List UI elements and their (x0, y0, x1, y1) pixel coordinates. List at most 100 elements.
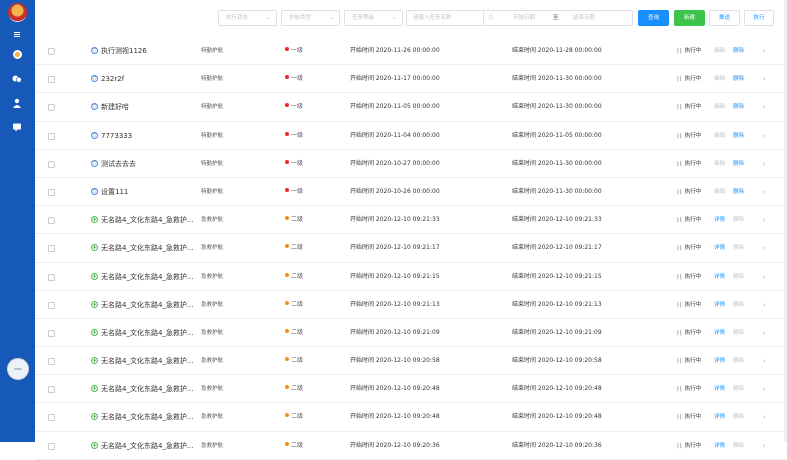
row-checkbox[interactable] (48, 76, 55, 84)
user-icon[interactable] (12, 98, 22, 108)
edit-link[interactable]: 编辑 (714, 65, 725, 93)
delete-link[interactable]: 删除 (733, 319, 744, 347)
delete-link[interactable]: 删除 (733, 122, 744, 150)
edit-link[interactable]: 编辑 (714, 37, 725, 65)
delete-link[interactable]: 删除 (733, 403, 744, 431)
delete-link[interactable]: 删除 (733, 150, 744, 178)
row-checkbox[interactable] (48, 245, 55, 253)
detail-link[interactable]: 详情 (714, 291, 725, 319)
delete-link[interactable]: 删除 (733, 93, 744, 121)
detail-link[interactable]: 详情 (714, 375, 725, 403)
task-name[interactable]: 无名路4_文化东路4_急救护... (101, 263, 194, 291)
table-row[interactable]: ✚ 无名路4_文化东路4_急救护... 急救护航 二级 开始时间 2020-12-10 … (35, 206, 787, 235)
task-name-input[interactable]: 请输入任务名称 (406, 10, 484, 26)
detail-link[interactable]: 详情 (714, 263, 725, 291)
table-row[interactable]: ✚ 无名路4_文化东路4_急救护... 急救护航 二级 开始时间 2020-12-10 … (35, 263, 787, 291)
row-checkbox[interactable] (48, 160, 55, 168)
status-select[interactable]: 执行状态 ⌄ (218, 10, 277, 26)
table-row[interactable]: ✚ 无名路4_文化东路4_急救护... 急救护航 二级 开始时间 2020-12-10 … (35, 375, 787, 404)
level-select[interactable]: 任务等级 ⌄ (344, 10, 403, 26)
edit-link[interactable]: 编辑 (714, 93, 725, 121)
table-row[interactable]: ✚ 无名路4_文化东路4_急救护... 急救护航 二级 开始时间 2020-12-10 … (35, 319, 787, 348)
delete-link[interactable]: 删除 (733, 375, 744, 403)
task-name[interactable]: 无名路4_文化东路4_急救护... (101, 319, 194, 347)
message-icon[interactable] (12, 122, 22, 132)
table-row[interactable]: ⛉ 测试去去去 特勤护航 一级 开始时间 2020-10-27 00:00:00 结束时间… (35, 150, 787, 178)
new-button[interactable]: 新建 (674, 10, 705, 26)
task-name[interactable]: 测试去去去 (101, 150, 136, 178)
guard-type-select[interactable]: 护航类型 ⌄ (281, 10, 340, 26)
row-checkbox[interactable] (48, 442, 55, 450)
task-name[interactable]: 新建好哈 (101, 93, 129, 121)
task-name[interactable]: 无名路4_文化东路4_急救护... (101, 432, 194, 460)
row-checkbox[interactable] (48, 386, 55, 394)
table-row[interactable]: ⛉ 新建好哈 特勤护航 一级 开始时间 2020-11-05 00:00:00 结束时间 … (35, 93, 787, 122)
task-name[interactable]: 无名路4_文化东路4_急救护... (101, 403, 194, 431)
row-checkbox[interactable] (48, 104, 55, 112)
table-row[interactable]: ✚ 无名路4_文化东路4_急救护... 急救护航 二级 开始时间 2020-12-10 … (35, 291, 787, 319)
detail-link[interactable]: 详情 (714, 319, 725, 347)
detail-link[interactable]: 详情 (714, 432, 725, 460)
task-name[interactable]: 无名路4_文化东路4_急救护... (101, 206, 194, 234)
row-checkbox[interactable] (48, 188, 55, 196)
edit-link[interactable]: 编辑 (714, 150, 725, 178)
row-checkbox[interactable] (48, 301, 55, 309)
task-name[interactable]: 无名路4_文化东路4_急救护... (101, 234, 194, 262)
chat-icon[interactable] (12, 74, 22, 84)
task-name[interactable]: 无名路4_文化东路4_急救护... (101, 347, 194, 375)
chevron-right-icon[interactable]: › (763, 263, 766, 291)
delete-link[interactable]: 删除 (733, 65, 744, 93)
table-row[interactable]: ✚ 无名路4_文化东路4_急救护... 急救护航 二级 开始时间 2020-12-10 … (35, 432, 787, 460)
row-checkbox[interactable] (48, 132, 55, 140)
detail-link[interactable]: 详情 (714, 347, 725, 375)
chevron-right-icon[interactable]: › (763, 403, 766, 431)
dashboard-icon[interactable] (13, 50, 22, 59)
table-row[interactable]: ✚ 无名路4_文化东路4_急救护... 急救护航 二级 开始时间 2020-12-10 … (35, 347, 787, 376)
task-name[interactable]: 7773333 (101, 122, 132, 150)
chevron-right-icon[interactable]: › (763, 65, 766, 93)
detail-link[interactable]: 详情 (714, 206, 725, 234)
detail-link[interactable]: 详情 (714, 403, 725, 431)
delete-link[interactable]: 删除 (733, 347, 744, 375)
chevron-right-icon[interactable]: › (763, 122, 766, 150)
chevron-right-icon[interactable]: › (763, 234, 766, 262)
task-name[interactable]: 无名路4_文化东路4_急救护... (101, 291, 194, 319)
task-name[interactable]: 执行测视1126 (101, 37, 147, 65)
chevron-right-icon[interactable]: › (763, 432, 766, 460)
delete-link[interactable]: 删除 (733, 206, 744, 234)
task-name[interactable]: 232r2f (101, 65, 124, 93)
chevron-right-icon[interactable]: › (763, 93, 766, 121)
delete-link[interactable]: 删除 (733, 178, 744, 206)
delete-link[interactable]: 删除 (733, 432, 744, 460)
avatar[interactable] (7, 358, 29, 380)
chevron-right-icon[interactable]: › (763, 178, 766, 206)
edit-link[interactable]: 编辑 (714, 122, 725, 150)
query-button[interactable]: 查询 (638, 10, 669, 26)
push-button[interactable]: 推送 (709, 10, 740, 26)
row-checkbox[interactable] (48, 273, 55, 281)
chevron-right-icon[interactable]: › (763, 150, 766, 178)
chevron-right-icon[interactable]: › (763, 206, 766, 234)
date-range-picker[interactable]: ◷ 开始日期 至 结束日期 (483, 10, 633, 26)
row-checkbox[interactable] (48, 414, 55, 422)
chevron-right-icon[interactable]: › (763, 37, 766, 65)
table-row[interactable]: ⛉ 232r2f 特勤护航 一级 开始时间 2020-11-17 00:00:00 结束时… (35, 65, 787, 94)
edit-link[interactable]: 编辑 (714, 178, 725, 206)
task-name[interactable]: 设置111 (101, 178, 128, 206)
delete-link[interactable]: 删除 (733, 291, 744, 319)
delete-link[interactable]: 删除 (733, 234, 744, 262)
table-row[interactable]: ⛉ 7773333 特勤护航 一级 开始时间 2020-11-04 00:00:00 结束… (35, 122, 787, 150)
menu-icon[interactable] (12, 31, 22, 41)
chevron-right-icon[interactable]: › (763, 347, 766, 375)
table-row[interactable]: ⛉ 执行测视1126 特勤护航 一级 开始时间 2020-11-26 00:00:00 结… (35, 37, 787, 66)
delete-link[interactable]: 删除 (733, 37, 744, 65)
row-checkbox[interactable] (48, 217, 55, 225)
chevron-right-icon[interactable]: › (763, 319, 766, 347)
chevron-right-icon[interactable]: › (763, 291, 766, 319)
row-checkbox[interactable] (48, 358, 55, 366)
row-checkbox[interactable] (48, 48, 55, 55)
table-row[interactable]: ⛉ 设置111 特勤护航 一级 开始时间 2020-10-26 00:00:00 结束时间… (35, 178, 787, 207)
task-name[interactable]: 无名路4_文化东路4_急救护... (101, 375, 194, 403)
row-checkbox[interactable] (48, 329, 55, 337)
chevron-right-icon[interactable]: › (763, 375, 766, 403)
